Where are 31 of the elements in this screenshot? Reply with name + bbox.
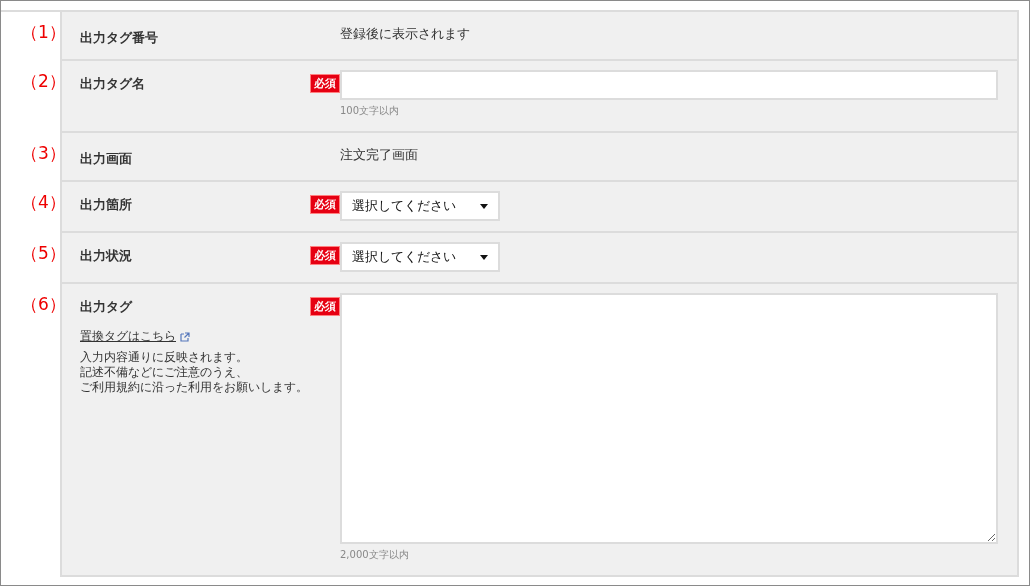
row-number: （2） [20, 70, 60, 93]
field-label: 出力タグ [80, 297, 132, 316]
field-label: 出力箇所 [80, 195, 132, 214]
note-text: ご利用規約に沿った利用をお願いします。 [80, 380, 308, 395]
field-label: 出力タグ番号 [80, 29, 158, 47]
field-label: 出力状況 [80, 246, 132, 265]
input-field[interactable] [340, 70, 998, 100]
row-number: （1） [20, 21, 60, 44]
row-number: （5） [20, 242, 60, 265]
row-number: （3） [20, 142, 60, 165]
caret-icon [480, 203, 488, 209]
select-dropdown[interactable]: 選択してください [340, 242, 500, 272]
required-badge: 必須 [310, 195, 340, 214]
required-badge: 必須 [310, 246, 340, 265]
char-limit-hint: 2,000文字以内 [340, 548, 409, 562]
required-badge: 必須 [310, 297, 340, 316]
note-text: 入力内容通りに反映されます。 [80, 350, 248, 365]
char-limit-hint: 100文字以内 [340, 104, 400, 118]
replace-tag-link[interactable]: 置換タグはこちら [80, 328, 176, 345]
row-number: （6） [20, 293, 60, 316]
note-text: 記述不備などにご注意のうえ、 [80, 365, 248, 380]
field-value: 登録後に表示されます [340, 25, 470, 43]
caret-icon [480, 254, 488, 260]
select-dropdown[interactable]: 選択してください [340, 191, 500, 221]
textarea-field[interactable] [340, 293, 998, 544]
external-link-icon [180, 331, 190, 342]
required-badge: 必須 [310, 74, 340, 93]
row-number: （4） [20, 191, 60, 214]
field-label: 出力タグ名 [80, 74, 145, 93]
field-value: 注文完了画面 [340, 146, 418, 164]
field-label: 出力画面 [80, 150, 132, 168]
